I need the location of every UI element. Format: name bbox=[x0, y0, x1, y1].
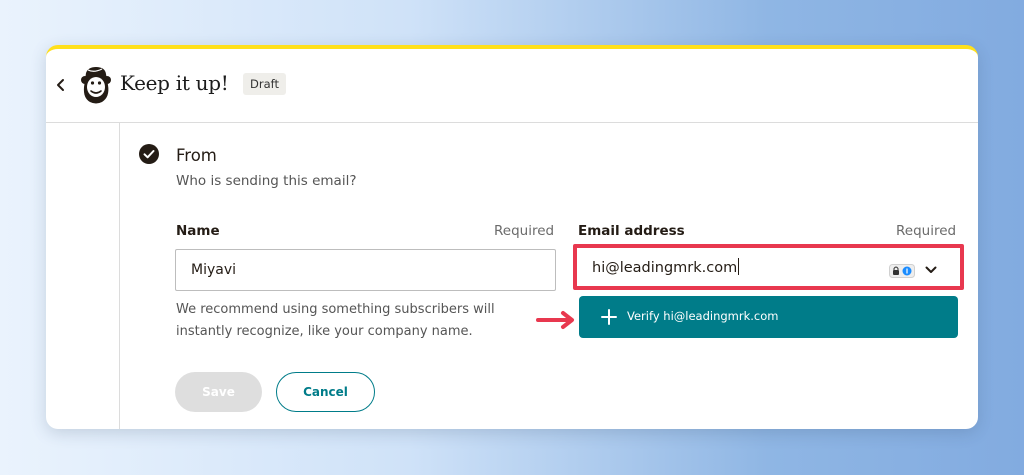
campaign-editor-card: Keep it up! Draft From Who is sending th… bbox=[46, 45, 978, 429]
mailchimp-logo-icon bbox=[81, 67, 111, 104]
email-required-label: Required bbox=[896, 223, 957, 239]
section-subtitle: Who is sending this email? bbox=[176, 173, 357, 189]
arrow-right-icon bbox=[536, 311, 574, 329]
status-badge: Draft bbox=[243, 73, 286, 95]
chevron-left-icon[interactable] bbox=[54, 78, 68, 92]
name-hint: We recommend using something subscribers… bbox=[176, 302, 495, 339]
name-input[interactable] bbox=[175, 249, 556, 291]
name-required-label: Required bbox=[494, 223, 555, 239]
checkmark-icon bbox=[139, 144, 159, 164]
top-bar: Keep it up! Draft bbox=[46, 49, 978, 123]
verify-email-option[interactable]: Verify hi@leadingmrk.com bbox=[579, 296, 958, 338]
section-title: From bbox=[176, 146, 217, 165]
password-manager-icon[interactable] bbox=[889, 264, 915, 278]
verify-option-label: Verify hi@leadingmrk.com bbox=[627, 309, 779, 323]
name-label: Name bbox=[176, 223, 220, 239]
page-title: Keep it up! bbox=[120, 71, 229, 95]
chevron-down-icon[interactable] bbox=[925, 265, 937, 275]
cancel-button[interactable]: Cancel bbox=[276, 372, 375, 412]
section-divider bbox=[119, 123, 120, 429]
plus-icon bbox=[601, 309, 617, 325]
text-caret bbox=[738, 258, 740, 275]
email-input-value: hi@leadingmrk.com bbox=[592, 260, 738, 276]
save-button[interactable]: Save bbox=[175, 372, 262, 412]
email-label: Email address bbox=[578, 223, 685, 239]
